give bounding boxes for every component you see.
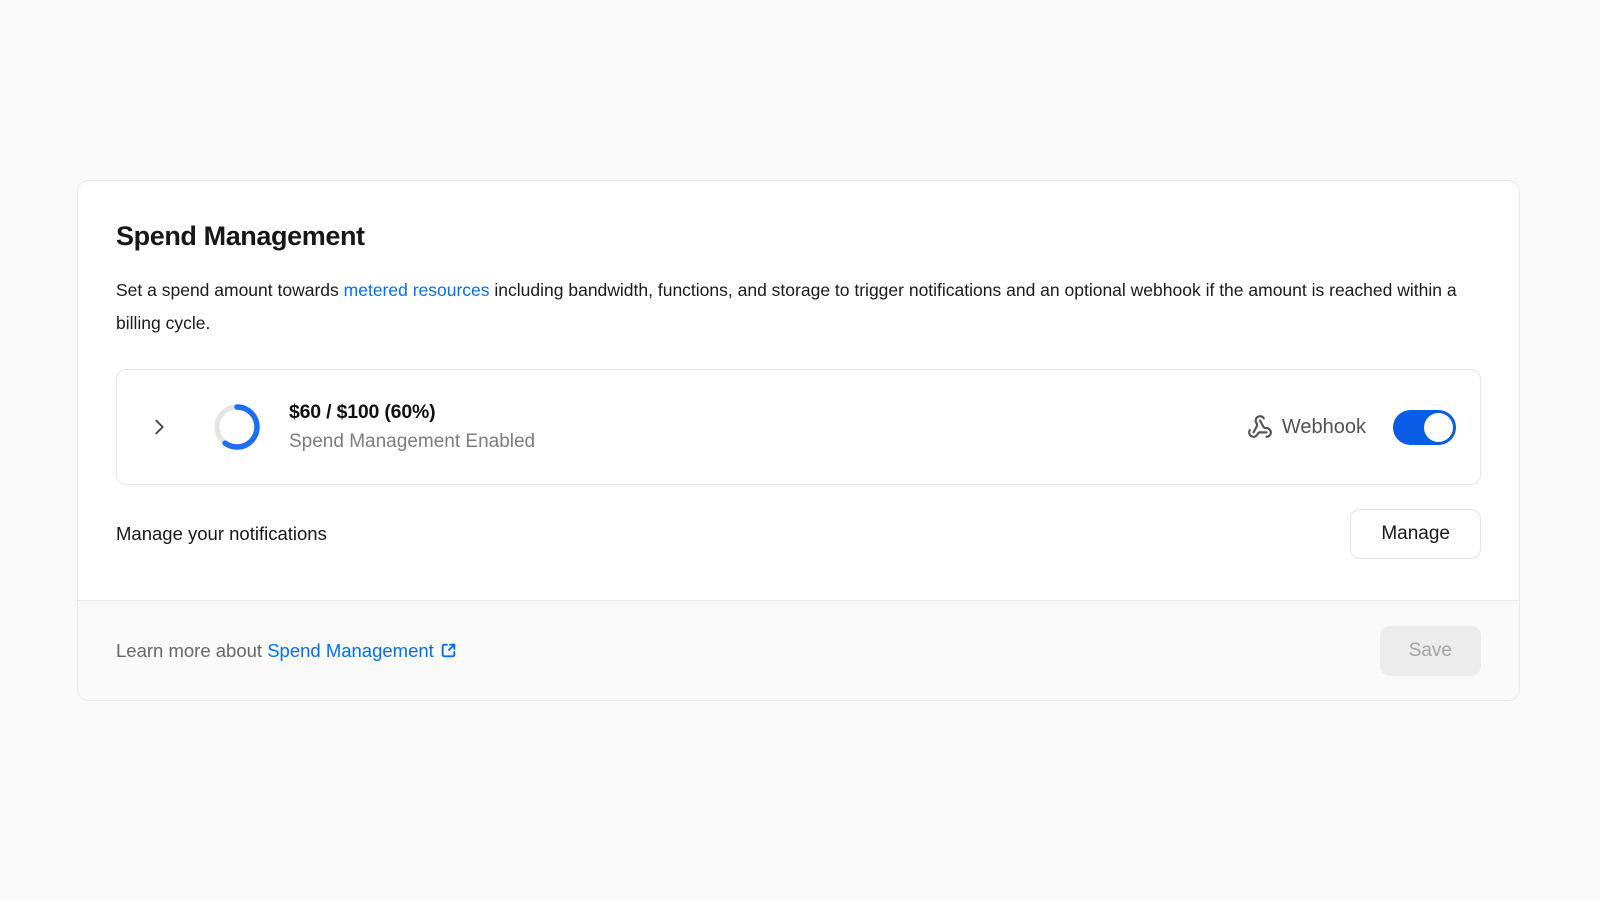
spend-progress-ring [213, 403, 261, 451]
description-text-before: Set a spend amount towards [116, 280, 344, 300]
metered-resources-link[interactable]: metered resources [344, 280, 490, 300]
learn-more-link-label: Spend Management [267, 640, 434, 662]
webhook-icon [1247, 414, 1273, 440]
notifications-label: Manage your notifications [116, 523, 327, 545]
webhook-toggle[interactable] [1393, 410, 1456, 445]
learn-more-text: Learn more about Spend Management [116, 640, 457, 662]
notifications-row: Manage your notifications Manage [116, 509, 1481, 559]
page-title: Spend Management [116, 221, 1481, 252]
learn-more-link[interactable]: Spend Management [267, 640, 457, 662]
learn-more-prefix: Learn more about [116, 640, 267, 661]
save-button[interactable]: Save [1380, 626, 1481, 676]
toggle-knob [1424, 413, 1453, 442]
spend-status-text: $60 / $100 (60%) Spend Management Enable… [289, 401, 535, 453]
spend-amount: $60 / $100 (60%) [289, 401, 535, 424]
chevron-right-icon [148, 416, 170, 438]
card-description: Set a spend amount towards metered resou… [116, 274, 1461, 340]
webhook-label: Webhook [1282, 416, 1366, 439]
external-link-icon [440, 642, 457, 659]
spend-status-panel: $60 / $100 (60%) Spend Management Enable… [116, 369, 1481, 485]
card-footer: Learn more about Spend Management Save [78, 600, 1519, 700]
spend-management-card: Spend Management Set a spend amount towa… [77, 180, 1520, 701]
expand-chevron-button[interactable] [147, 415, 171, 439]
spend-status-label: Spend Management Enabled [289, 431, 535, 453]
manage-button[interactable]: Manage [1350, 509, 1481, 559]
